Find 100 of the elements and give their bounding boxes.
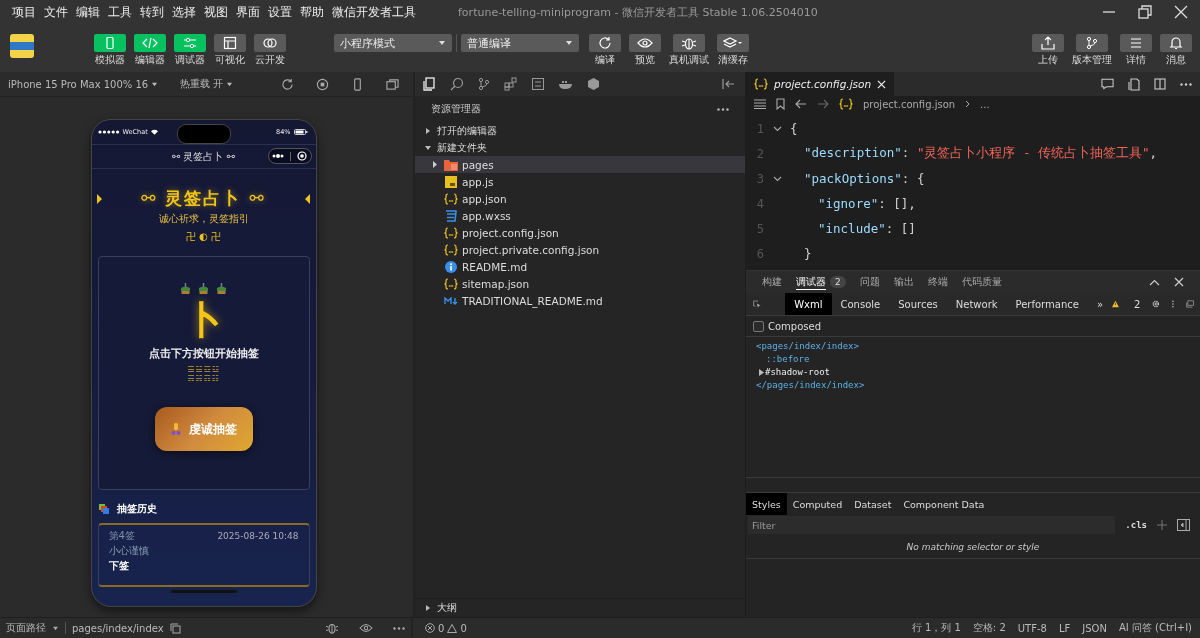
kebab-menu-icon[interactable] <box>1171 298 1174 310</box>
windows-icon[interactable] <box>386 77 399 91</box>
status-item[interactable]: 行 1，列 1 <box>911 621 961 635</box>
phone-icon[interactable] <box>351 77 364 91</box>
extensions-icon[interactable] <box>504 77 518 91</box>
expand-arrow-icon[interactable] <box>759 368 764 376</box>
more-icon[interactable] <box>393 626 405 630</box>
branch-icon[interactable] <box>477 77 491 91</box>
sidebar-toggle-icon[interactable] <box>1177 519 1190 531</box>
toolbar-button[interactable] <box>673 34 705 52</box>
toolbar-button[interactable] <box>1120 34 1152 52</box>
cls-toggle[interactable]: .cls <box>1125 520 1147 530</box>
menu-item[interactable]: 转到 <box>136 3 168 21</box>
panel-tab[interactable]: 输出 <box>893 275 914 289</box>
editor-tab[interactable]: project.config.json <box>746 72 895 96</box>
hot-reload-select[interactable]: 热重载 开 <box>180 77 234 91</box>
styles-tab[interactable]: Dataset <box>848 493 898 515</box>
menu-item[interactable]: 设置 <box>264 3 296 21</box>
panel-tab[interactable]: 终端 <box>927 275 948 289</box>
close-icon[interactable] <box>1174 277 1184 287</box>
files-icon[interactable] <box>423 77 437 91</box>
panel-tab[interactable]: 代码质量 <box>961 275 1002 289</box>
split-editor-icon[interactable] <box>1154 78 1166 90</box>
more-tabs-button[interactable]: » <box>1087 293 1113 315</box>
toolbar-button[interactable] <box>717 34 749 52</box>
toolbar-button[interactable] <box>589 34 621 52</box>
styles-tab[interactable]: Styles <box>746 493 787 515</box>
page-path-select[interactable]: 页面路径 <box>6 621 46 635</box>
collapse-panel-icon[interactable] <box>721 78 735 90</box>
more-icon[interactable] <box>1180 82 1192 86</box>
status-item[interactable]: JSON <box>1082 622 1107 634</box>
devtools-tab[interactable]: Network <box>946 293 1007 315</box>
composed-checkbox[interactable] <box>753 320 764 332</box>
styles-tab[interactable]: Component Data <box>897 493 991 515</box>
capsule-button[interactable] <box>267 148 312 164</box>
devtools-tab[interactable]: Sources <box>889 293 947 315</box>
menu-item[interactable]: 帮助 <box>296 3 328 21</box>
tree-node[interactable]: ::before <box>766 354 810 364</box>
back-arrow-icon[interactable] <box>795 99 807 109</box>
warning-count[interactable]: 2 <box>1134 298 1141 310</box>
styles-tab[interactable]: Computed <box>786 493 849 515</box>
view-toggle-button[interactable] <box>254 34 286 52</box>
devtools-tab[interactable]: Performance <box>1006 293 1088 315</box>
stop-icon[interactable] <box>316 77 329 91</box>
breadcrumb-item[interactable]: project.config.json <box>863 98 956 110</box>
history-card[interactable]: 第4签 2025-08-26 10:48 小心谨慎 下签 <box>97 523 310 587</box>
xml-open-tag[interactable]: <pages/index/index> <box>756 341 859 351</box>
menu-item[interactable]: 选择 <box>168 3 200 21</box>
dock-icon[interactable] <box>1185 298 1194 310</box>
panel-tab[interactable]: 问题 <box>859 275 880 289</box>
file-compare-icon[interactable] <box>1128 77 1140 91</box>
menu-item[interactable]: 微信开发者工具 <box>328 3 420 21</box>
toolbar-button[interactable] <box>1160 34 1192 52</box>
menu-item[interactable]: 文件 <box>40 3 72 21</box>
view-toggle-button[interactable] <box>134 34 166 52</box>
eye-icon[interactable] <box>359 622 373 634</box>
toolbar-button[interactable] <box>1076 34 1108 52</box>
tree-node[interactable]: #shadow-root <box>765 367 831 377</box>
panel-tab[interactable]: 构建 <box>762 275 782 289</box>
menu-item[interactable]: 界面 <box>232 3 264 21</box>
search-icon[interactable] <box>450 77 464 91</box>
toolbar-button[interactable] <box>1032 34 1064 52</box>
comment-icon[interactable] <box>1101 78 1114 90</box>
devtools-tab[interactable]: Wxml <box>785 293 832 315</box>
filter-field[interactable]: Filter <box>748 516 1116 534</box>
copy-icon[interactable] <box>169 622 181 634</box>
more-icon[interactable] <box>717 107 729 111</box>
view-toggle-button[interactable] <box>94 34 126 52</box>
close-icon[interactable] <box>1174 5 1188 19</box>
storage-icon[interactable] <box>531 77 545 91</box>
device-select[interactable]: iPhone 15 Pro Max 100% 16 <box>8 78 159 90</box>
restore-icon[interactable] <box>1138 5 1152 19</box>
status-item[interactable]: LF <box>1058 622 1071 634</box>
list-icon[interactable] <box>754 99 766 109</box>
devtools-tab[interactable]: Console <box>831 293 890 315</box>
menu-item[interactable]: 视图 <box>200 3 232 21</box>
xml-close-tag[interactable]: </pages/index/index> <box>756 380 865 390</box>
mode-select[interactable]: 小程序模式 <box>334 34 452 52</box>
status-item[interactable]: UTF-8 <box>1017 622 1047 634</box>
menu-item[interactable]: 编辑 <box>72 3 104 21</box>
settings-icon[interactable] <box>1152 298 1160 310</box>
breadcrumb-item[interactable]: ... <box>980 98 990 110</box>
plugin-icon[interactable] <box>587 77 600 91</box>
whale-icon[interactable] <box>558 78 574 90</box>
compile-select[interactable]: 普通编译 <box>461 34 579 52</box>
menu-item[interactable]: 项目 <box>8 3 40 21</box>
plus-icon[interactable] <box>1157 520 1167 530</box>
forward-arrow-icon[interactable] <box>817 99 829 109</box>
warning-count[interactable]: 0 <box>460 622 467 634</box>
fold-chevron-icon[interactable] <box>772 175 782 182</box>
view-toggle-button[interactable] <box>174 34 206 52</box>
bookmark-icon[interactable] <box>776 98 785 110</box>
file-item[interactable]: pages <box>415 156 745 173</box>
error-count[interactable]: 0 <box>438 622 445 634</box>
menu-item[interactable]: 工具 <box>104 3 136 21</box>
refresh-icon[interactable] <box>281 77 294 91</box>
chevron-up-icon[interactable] <box>1149 278 1160 286</box>
view-toggle-button[interactable] <box>214 34 246 52</box>
fold-chevron-icon[interactable] <box>772 125 782 132</box>
panel-tab[interactable]: 调试器 <box>796 274 826 290</box>
